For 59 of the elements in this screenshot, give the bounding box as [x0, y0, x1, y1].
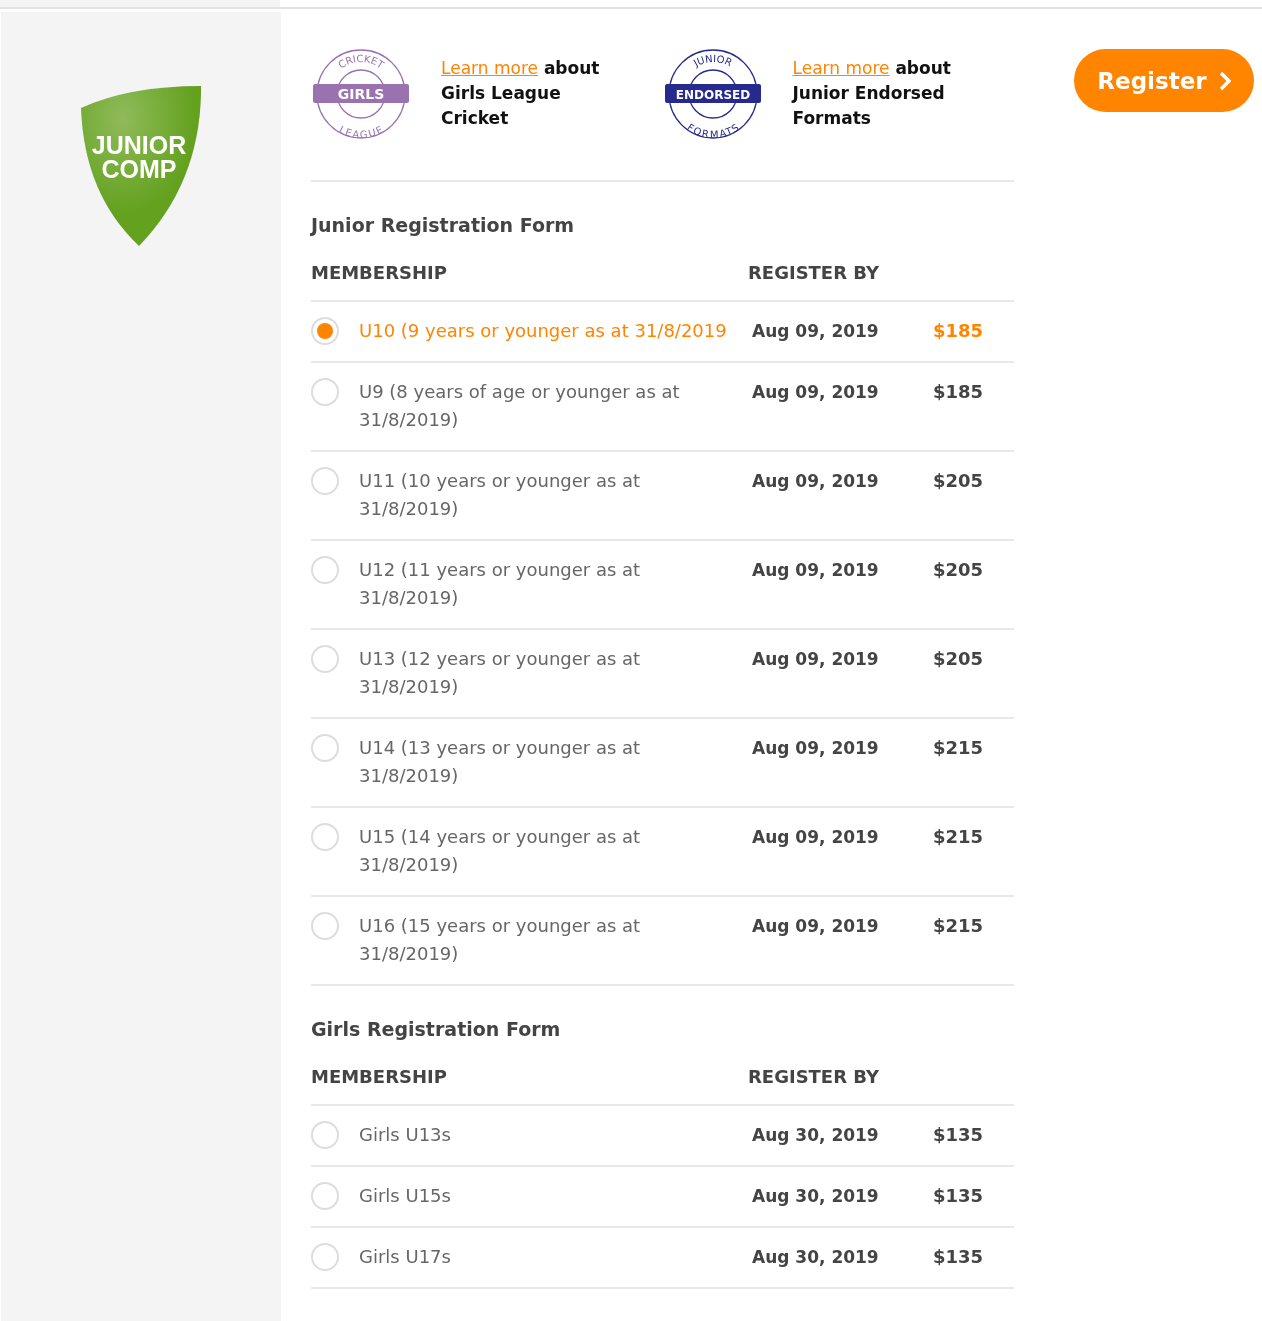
price: $135 — [932, 1245, 985, 1269]
membership-label: U15 (14 years or younger as at 31/8/2019) — [359, 825, 642, 877]
radio-button[interactable] — [311, 467, 339, 495]
radio-button[interactable] — [311, 378, 339, 406]
membership-label: U13 (12 years or younger as at 31/8/2019) — [359, 647, 642, 699]
membership-label: U10 (9 years or younger as at 31/8/2019 — [359, 319, 728, 343]
column-header: MEMBERSHIP — [311, 262, 448, 285]
learn-more-link[interactable]: Learn more — [441, 58, 538, 78]
chevron-right-icon — [1218, 70, 1231, 91]
radio-button[interactable] — [311, 645, 339, 673]
column-header: REGISTER BY — [748, 262, 881, 285]
radio-button[interactable] — [311, 734, 339, 762]
register-by-date: Aug 09, 2019 — [752, 470, 880, 493]
register-by-date: Aug 30, 2019 — [752, 1246, 880, 1269]
radio-button[interactable] — [311, 1121, 339, 1149]
membership-label: Girls U15s — [359, 1184, 452, 1208]
register-by-date: Aug 09, 2019 — [752, 648, 880, 671]
membership-label: U11 (10 years or younger as at 31/8/2019) — [359, 469, 642, 521]
register-by-date: Aug 09, 2019 — [752, 826, 880, 849]
register-by-date: Aug 30, 2019 — [752, 1124, 880, 1147]
form-title: Girls Registration Form — [311, 1018, 562, 1040]
radio-button[interactable] — [311, 1182, 339, 1210]
price: $215 — [932, 825, 985, 849]
price: $185 — [932, 319, 985, 343]
column-header: REGISTER BY — [748, 1066, 881, 1089]
membership-label: Girls U13s — [359, 1123, 452, 1147]
membership-label: Girls U17s — [359, 1245, 452, 1269]
radio-button[interactable] — [311, 317, 339, 345]
price: $205 — [932, 647, 985, 671]
price: $215 — [932, 736, 985, 760]
membership-label: U12 (11 years or younger as at 31/8/2019) — [359, 558, 642, 610]
price: $135 — [932, 1184, 985, 1208]
price: $185 — [932, 380, 985, 404]
membership-label: U9 (8 years of age or younger as at 31/8/2019) — [359, 380, 681, 432]
register-by-date: Aug 09, 2019 — [752, 381, 880, 404]
register-button[interactable]: Register — [1074, 49, 1254, 112]
price: $205 — [932, 558, 985, 582]
promo-text: Learn more about Girls League Cricket — [441, 57, 601, 130]
radio-button[interactable] — [311, 912, 339, 940]
price: $135 — [932, 1123, 985, 1147]
radio-button[interactable] — [311, 1243, 339, 1271]
register-by-date: Aug 09, 2019 — [752, 559, 880, 582]
price: $205 — [932, 469, 985, 493]
radio-button[interactable] — [311, 823, 339, 851]
register-by-date: Aug 09, 2019 — [752, 320, 880, 343]
register-by-date: Aug 09, 2019 — [752, 915, 880, 938]
learn-more-link[interactable]: Learn more — [792, 58, 890, 78]
badge-logo-drawing: CRICKET GIRLS LEAGUE — [313, 49, 409, 140]
junior-comp-logo: JUNIOR COMP — [79, 84, 203, 248]
register-by-date: Aug 30, 2019 — [752, 1185, 880, 1208]
register-by-date: Aug 09, 2019 — [752, 737, 880, 760]
price: $215 — [932, 914, 985, 938]
membership-label: U14 (13 years or younger as at 31/8/2019) — [359, 736, 642, 788]
column-header: MEMBERSHIP — [311, 1066, 448, 1089]
form-title: Junior Registration Form — [311, 214, 576, 236]
badge-logo-drawing: JUNIOR ENDORSED FORMATS — [664, 49, 761, 140]
promo-text: Learn more about Junior Endorsed Formats — [792, 57, 952, 130]
membership-label: U16 (15 years or younger as at 31/8/2019) — [359, 914, 642, 966]
radio-button[interactable] — [311, 556, 339, 584]
